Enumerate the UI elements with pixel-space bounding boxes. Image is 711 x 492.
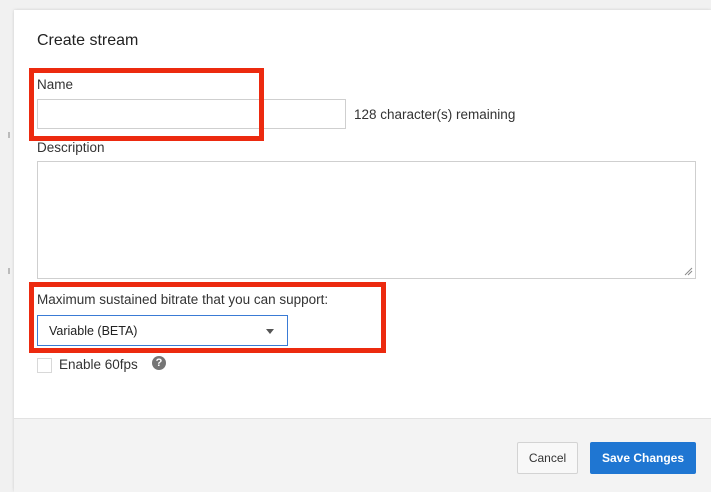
save-changes-button[interactable]: Save Changes [590,442,696,474]
name-highlight-box [29,68,264,141]
enable-60fps-checkbox[interactable] [37,358,52,373]
description-label: Description [37,140,105,155]
help-icon[interactable]: ? [152,356,166,370]
name-char-remaining: 128 character(s) remaining [354,107,516,122]
dialog-title: Create stream [37,32,139,49]
resize-grip-icon[interactable] [684,267,693,276]
enable-60fps-label: Enable 60fps [59,357,138,372]
cancel-button[interactable]: Cancel [517,442,578,474]
dialog-footer: Cancel Save Changes [14,418,711,492]
edge-mark [8,268,10,274]
description-textarea[interactable] [37,161,696,279]
bitrate-highlight-box [29,282,386,353]
edge-mark [8,132,10,138]
